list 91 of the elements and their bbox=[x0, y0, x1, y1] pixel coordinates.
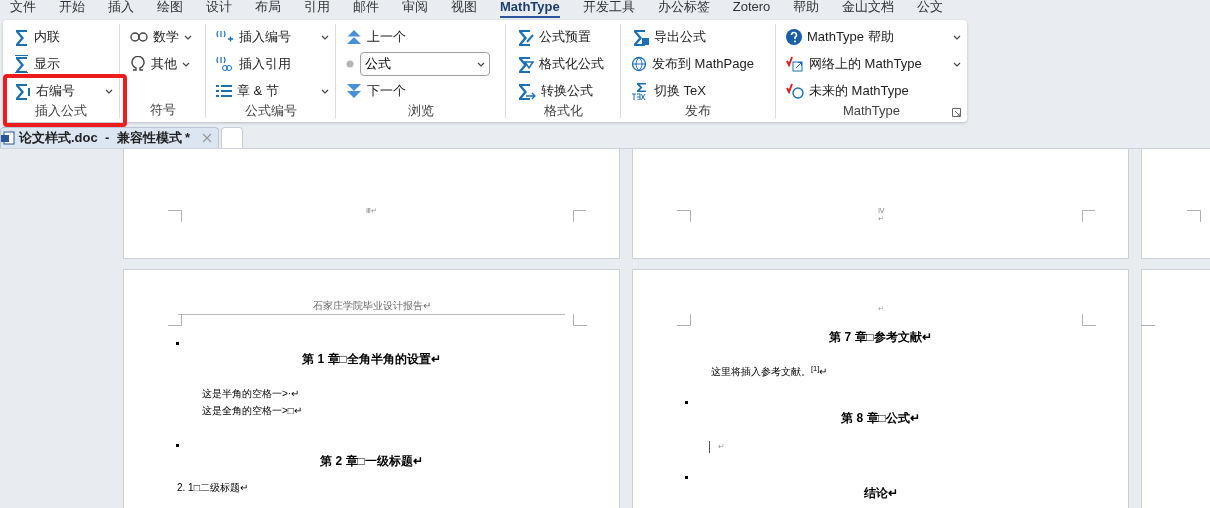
word-document-icon bbox=[1, 131, 15, 145]
paragraph: 这里将插入参考文献。$^{[1]}$↵ bbox=[710, 365, 829, 378]
help-icon bbox=[786, 29, 802, 45]
ribbon-button[interactable]: 插入引用 bbox=[216, 52, 329, 76]
globe-icon bbox=[631, 56, 647, 72]
corner-mark bbox=[677, 210, 691, 222]
corner-mark bbox=[1082, 314, 1096, 326]
paragraph: 这是半角的空格一>·↵ bbox=[201, 387, 301, 400]
ribbon-button[interactable]: 公式预置 bbox=[516, 25, 614, 49]
ribbon-button[interactable]: 显示 bbox=[13, 52, 113, 76]
ribbon-button[interactable]: 内联 bbox=[13, 25, 113, 49]
group-label: 插入公式 bbox=[34, 103, 88, 119]
ribbon-button[interactable]: 插入编号 bbox=[216, 25, 329, 49]
new-tab-button[interactable] bbox=[221, 127, 244, 148]
caret-icon bbox=[477, 61, 485, 67]
ribbon-button[interactable]: 导出公式 bbox=[631, 25, 769, 49]
menu-tab[interactable]: 帮助 bbox=[793, 0, 820, 18]
corner-mark bbox=[1187, 210, 1201, 222]
chapter-heading: 结论↵ bbox=[862, 486, 899, 500]
ribbon-button[interactable]: 数学 bbox=[130, 25, 199, 49]
corner-mark bbox=[1082, 210, 1096, 222]
corner-mark bbox=[677, 314, 691, 326]
group-label: 符号 bbox=[148, 102, 177, 118]
corner-mark bbox=[1141, 325, 1155, 326]
sigma-pencil-icon bbox=[516, 28, 534, 46]
ribbon-button[interactable]: 其他 bbox=[130, 52, 199, 76]
web-link-icon bbox=[786, 56, 804, 72]
group-label: 发布 bbox=[684, 103, 712, 119]
menu-tab[interactable]: Zotero bbox=[732, 0, 771, 18]
select-field[interactable]: 公式 bbox=[360, 52, 490, 76]
page-header: 石家庄学院毕业设计报告↵ bbox=[178, 300, 565, 315]
sigma-number-icon bbox=[13, 82, 31, 100]
dot-icon bbox=[346, 60, 354, 68]
cursor-line: ↵ bbox=[709, 441, 725, 453]
launcher-icon[interactable] bbox=[952, 108, 961, 117]
menu-tab[interactable]: 引用 bbox=[304, 0, 330, 18]
menu-tab[interactable]: 布局 bbox=[255, 0, 281, 18]
ribbon-button[interactable]: 右编号 bbox=[13, 79, 113, 103]
ribbon-button[interactable]: 切换 TeX bbox=[631, 79, 769, 103]
ribbon-button[interactable]: 下一个 bbox=[346, 79, 499, 103]
menu-tab[interactable]: 绘图 bbox=[157, 0, 183, 18]
ribbon-button[interactable]: 上一个 bbox=[346, 25, 499, 49]
ribbon-button[interactable]: 网络上的 MathType bbox=[786, 52, 961, 76]
group-label: 公式编号 bbox=[243, 103, 298, 119]
sigma-icon bbox=[13, 28, 29, 46]
list-icon bbox=[216, 84, 232, 98]
menu-tab[interactable]: 设计 bbox=[206, 0, 232, 18]
speech-bubble-icon bbox=[786, 83, 804, 99]
menu-tab[interactable]: 文件 bbox=[10, 0, 36, 18]
group-label: 浏览 bbox=[406, 103, 435, 119]
chapter-heading: 第 8 章□公式↵ bbox=[840, 411, 921, 425]
ribbon-button[interactable]: 章 & 节 bbox=[216, 79, 329, 103]
menu-tab[interactable]: 公文 bbox=[917, 0, 944, 18]
menu-tab[interactable]: 审阅 bbox=[402, 0, 428, 18]
link-icon bbox=[216, 56, 234, 72]
document-tab[interactable]: 论文样式.doc - 兼容性模式 * bbox=[0, 127, 220, 148]
sigma-format-icon bbox=[516, 55, 534, 73]
ribbon-button[interactable]: 格式化公式 bbox=[516, 52, 614, 76]
sigma-save-icon bbox=[631, 28, 649, 46]
subheading: 2. 1□二级标题↵ bbox=[177, 482, 249, 494]
chapter-heading: 第 7 章□参考文献↵ bbox=[828, 330, 933, 344]
down-arrows-icon bbox=[346, 83, 362, 99]
group-label: 格式化 bbox=[542, 103, 584, 119]
tex-icon bbox=[631, 82, 649, 100]
omega-icon bbox=[130, 56, 146, 72]
paragraph: 这是全角的空格一>□↵ bbox=[201, 404, 303, 417]
infinity-icon bbox=[130, 31, 148, 43]
corner-mark bbox=[168, 314, 182, 326]
menu-tab[interactable]: 开始 bbox=[59, 0, 85, 18]
group-label: MathType bbox=[841, 103, 902, 119]
menu-tab[interactable]: 金山文档 bbox=[842, 0, 895, 18]
corner-mark bbox=[573, 210, 587, 222]
up-arrows-icon bbox=[346, 29, 362, 45]
corner-mark bbox=[168, 210, 182, 222]
chapter-heading: 第 1 章□全角半角的设置↵ bbox=[301, 352, 442, 366]
numbering-icon bbox=[216, 30, 234, 44]
ribbon-button[interactable]: 未来的 MathType bbox=[786, 79, 961, 103]
menu-tab[interactable]: 插入 bbox=[108, 0, 134, 18]
menu-tab[interactable]: 开发工具 bbox=[582, 0, 635, 18]
close-icon[interactable] bbox=[202, 133, 213, 143]
ribbon-button[interactable]: 发布到 MathPage bbox=[631, 52, 769, 76]
chapter-heading: 第 2 章□一级标题↵ bbox=[319, 454, 424, 468]
ribbon-button[interactable]: 转换公式 bbox=[516, 79, 614, 103]
menu-tab[interactable]: 办公标签 bbox=[657, 0, 710, 18]
sigma-convert-icon bbox=[516, 82, 536, 100]
menu-tab[interactable]: 视图 bbox=[451, 0, 477, 18]
menu-tab[interactable]: MathType bbox=[500, 0, 560, 18]
sigma-icon bbox=[13, 55, 29, 73]
menu-tab[interactable]: 邮件 bbox=[353, 0, 379, 18]
corner-mark bbox=[573, 314, 587, 326]
ribbon-button[interactable]: MathType 帮助 bbox=[786, 25, 961, 49]
